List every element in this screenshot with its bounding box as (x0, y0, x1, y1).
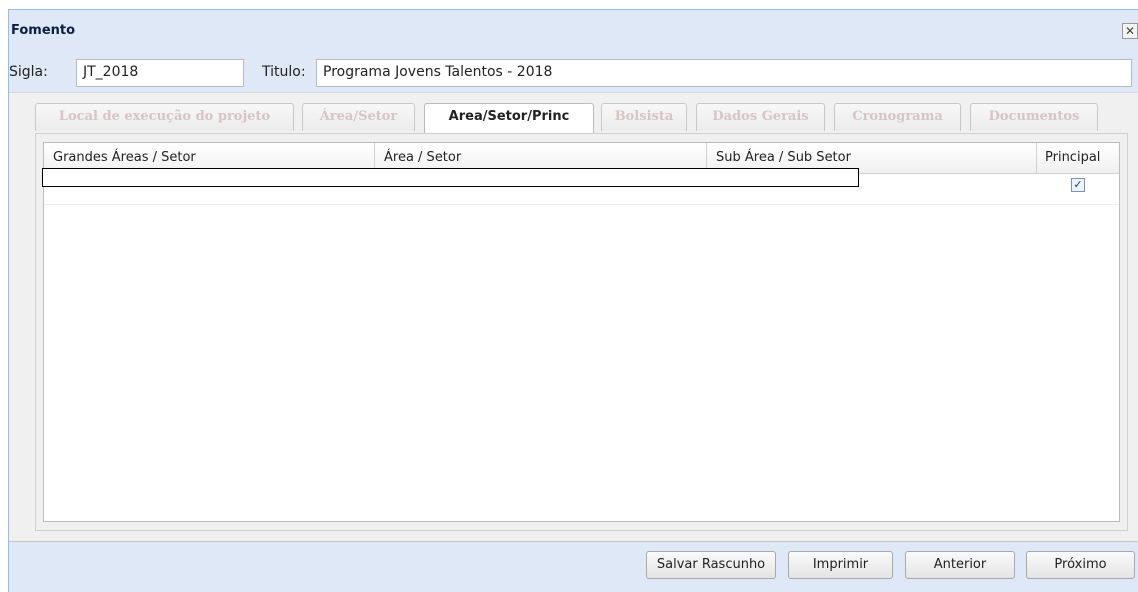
redaction-box (42, 168, 859, 187)
window-titlebar[interactable]: Fomento ✕ (9, 10, 1138, 52)
sigla-label: Sigla: (9, 64, 48, 80)
table-row[interactable]: ✓ (42, 168, 1119, 205)
titulo-field[interactable]: Programa Jovens Talentos - 2018 (316, 59, 1132, 87)
tab-documentos[interactable]: Documentos (970, 103, 1098, 131)
tab-panel: Grandes Áreas / Setor Área / Setor Sub Á… (35, 133, 1128, 531)
tab-local-execucao[interactable]: Local de execução do projeto (35, 103, 294, 131)
tab-cronograma[interactable]: Cronograma (834, 103, 961, 131)
tab-bolsista[interactable]: Bolsista (601, 103, 687, 131)
tab-dados-gerais[interactable]: Dados Gerais (696, 103, 825, 131)
close-icon[interactable]: ✕ (1122, 23, 1138, 39)
tab-area-setor[interactable]: Área/Setor (302, 103, 415, 131)
print-button[interactable]: Imprimir (788, 551, 893, 579)
previous-button[interactable]: Anterior (905, 551, 1015, 579)
save-draft-button[interactable]: Salvar Rascunho (646, 551, 776, 579)
area-grid: Grandes Áreas / Setor Área / Setor Sub Á… (42, 142, 1120, 522)
titulo-label: Titulo: (262, 64, 306, 80)
sigla-field[interactable]: JT_2018 (76, 59, 244, 87)
next-button[interactable]: Próximo (1026, 551, 1135, 579)
tab-area-setor-princ[interactable]: Area/Setor/Princ (424, 103, 594, 133)
principal-checkbox[interactable]: ✓ (1071, 178, 1085, 192)
col-header-principal[interactable]: Principal (1037, 143, 1119, 173)
window-title: Fomento (11, 23, 76, 38)
